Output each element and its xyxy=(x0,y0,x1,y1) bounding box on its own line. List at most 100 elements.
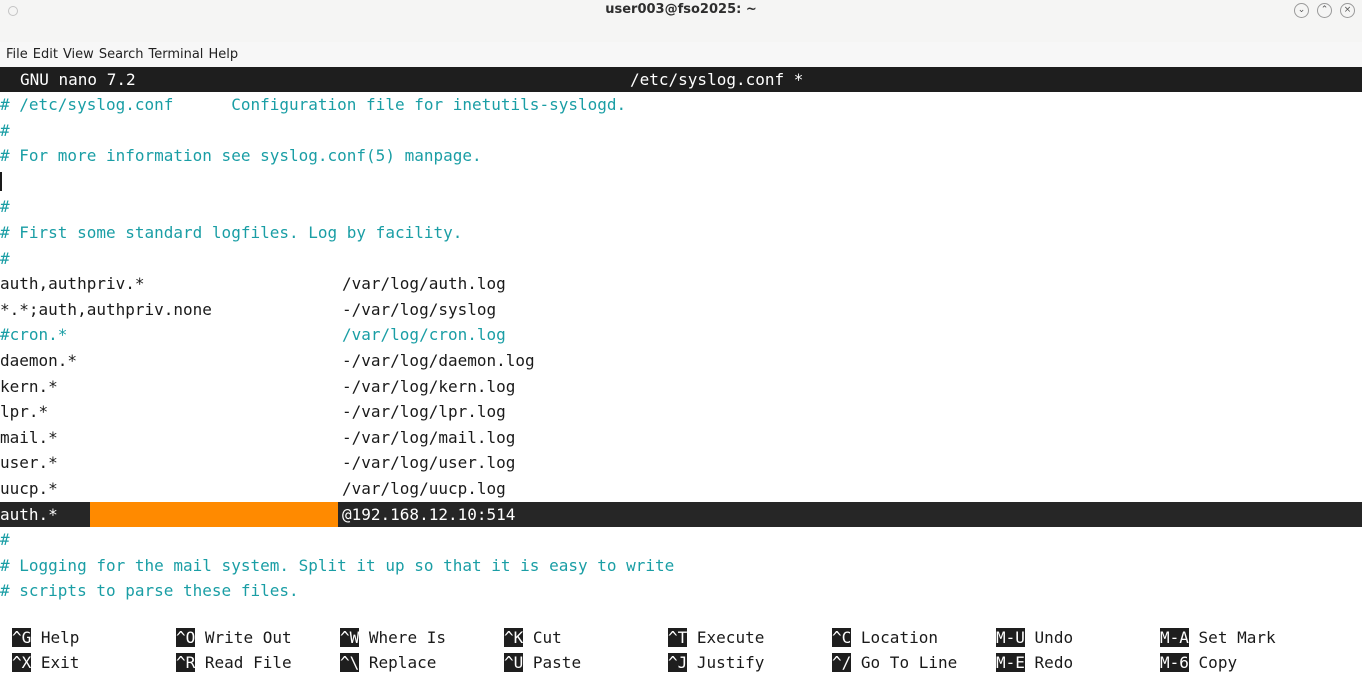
shortcut-item[interactable]: ^O Write Out xyxy=(176,625,292,650)
editor-line[interactable]: user.* -/var/log/user.log xyxy=(0,450,1362,475)
editor-line[interactable]: # xyxy=(0,194,1362,219)
shortcut-key: M-6 xyxy=(1160,653,1189,672)
line-selector: user.* xyxy=(0,453,58,473)
shortcut-item[interactable]: ^U Paste xyxy=(504,650,581,675)
line-selector: # xyxy=(0,248,10,268)
editor-line[interactable]: # xyxy=(0,118,1362,143)
shortcut-label: Write Out xyxy=(204,628,292,647)
shortcut-label: Undo xyxy=(1034,628,1074,647)
shortcut-item[interactable]: ^R Read File xyxy=(176,650,292,675)
editor-line[interactable]: # /etc/syslog.conf Configuration file fo… xyxy=(0,92,1362,117)
editor-line[interactable]: daemon.* -/var/log/daemon.log xyxy=(0,348,1362,373)
shortcut-item[interactable]: M-6 Copy xyxy=(1160,650,1237,675)
shortcut-item[interactable]: ^/ Go To Line xyxy=(832,650,957,675)
shortcut-item[interactable]: ^G Help xyxy=(12,625,79,650)
menubar: File Edit View Search Terminal Help xyxy=(0,41,238,67)
editor-line[interactable]: # scripts to parse these files. xyxy=(0,578,1362,603)
shortcut-item[interactable]: ^C Location xyxy=(832,625,938,650)
shortcut-label: Help xyxy=(40,628,80,647)
line-action: -/var/log/user.log xyxy=(342,453,516,473)
line-selector: *.*;auth,authpriv.none xyxy=(0,299,212,319)
line-selector: lpr.* xyxy=(0,402,49,422)
shortcut-key: M-U xyxy=(996,628,1025,647)
nano-version: GNU nano 7.2 xyxy=(20,70,136,89)
editor-line[interactable]: uucp.* /var/log/uucp.log xyxy=(0,476,1362,501)
file-name: /etc/syslog.conf * xyxy=(630,70,804,89)
editor-line[interactable]: # First some standard logfiles. Log by f… xyxy=(0,220,1362,245)
menu-search[interactable]: Search xyxy=(99,47,144,62)
editor-line[interactable]: # xyxy=(0,246,1362,271)
close-icon[interactable]: × xyxy=(1340,3,1355,18)
shortcut-item[interactable]: ^J Justify xyxy=(668,650,764,675)
line-selector: # scripts to parse these files. xyxy=(0,581,299,601)
shortcut-key: ^W xyxy=(340,628,360,647)
editor-line[interactable] xyxy=(0,169,1362,194)
line-action: -/var/log/mail.log xyxy=(342,427,516,447)
menu-help[interactable]: Help xyxy=(208,47,238,62)
shortcut-key: ^O xyxy=(176,628,196,647)
line-selector: # xyxy=(0,197,10,217)
shortcut-label: Exit xyxy=(40,653,80,672)
shortcut-label: Go To Line xyxy=(860,653,958,672)
shortcut-key: ^C xyxy=(832,628,852,647)
editor-line[interactable]: auth,authpriv.* /var/log/auth.log xyxy=(0,271,1362,296)
editor-line[interactable]: # For more information see syslog.conf(5… xyxy=(0,143,1362,168)
window-titlebar: user003@fso2025: ~ ⌄ ⌃ × xyxy=(0,0,1362,42)
line-selector: # xyxy=(0,530,10,550)
shortcut-label: Replace xyxy=(368,653,437,672)
shortcut-key: ^R xyxy=(176,653,196,672)
line-action: -/var/log/kern.log xyxy=(342,376,516,396)
editor-line[interactable]: # Logging for the mail system. Split it … xyxy=(0,553,1362,578)
shortcut-label: Copy xyxy=(1198,653,1238,672)
shortcut-key: ^\ xyxy=(340,653,360,672)
shortcut-key: M-E xyxy=(996,653,1025,672)
line-selector: # /etc/syslog.conf Configuration file fo… xyxy=(0,95,627,114)
minimize-icon[interactable]: ⌄ xyxy=(1294,3,1309,18)
shortcut-item[interactable]: ^T Execute xyxy=(668,625,764,650)
shortcut-item[interactable]: M-U Undo xyxy=(996,625,1073,650)
line-action: /var/log/cron.log xyxy=(342,325,506,345)
shortcut-item[interactable]: ^K Cut xyxy=(504,625,562,650)
shortcut-item[interactable]: ^W Where Is xyxy=(340,625,446,650)
nano-header: GNU nano 7.2 /etc/syslog.conf * xyxy=(0,67,1362,92)
shortcut-item[interactable]: M-E Redo xyxy=(996,650,1073,675)
shortcut-item[interactable]: M-A Set Mark xyxy=(1160,625,1276,650)
editor-line[interactable]: lpr.* -/var/log/lpr.log xyxy=(0,399,1362,424)
menu-view[interactable]: View xyxy=(63,47,94,62)
window-title: user003@fso2025: ~ xyxy=(605,2,757,17)
shortcut-key: ^X xyxy=(12,653,32,672)
menu-edit[interactable]: Edit xyxy=(33,47,58,62)
terminal-area[interactable]: GNU nano 7.2 /etc/syslog.conf * # /etc/s… xyxy=(0,67,1362,679)
shortcut-key: ^T xyxy=(668,628,688,647)
line-selector: # First some standard logfiles. Log by f… xyxy=(0,223,463,242)
line-action: -/var/log/daemon.log xyxy=(342,351,535,370)
line-action: -/var/log/lpr.log xyxy=(342,402,506,422)
shortcut-label: Justify xyxy=(696,653,765,672)
editor-line[interactable]: #cron.* /var/log/cron.log xyxy=(0,322,1362,347)
line-selector: kern.* xyxy=(0,376,58,396)
menu-file[interactable]: File xyxy=(6,47,28,62)
editor-line[interactable]: kern.* -/var/log/kern.log xyxy=(0,374,1362,399)
trailing-whitespace-highlight xyxy=(90,501,338,527)
line-action: @192.168.12.10:514 xyxy=(342,504,516,524)
shortcut-key: M-A xyxy=(1160,628,1189,647)
line-selector: uucp.* xyxy=(0,479,58,498)
shortcut-label: Paste xyxy=(532,653,582,672)
menu-terminal[interactable]: Terminal xyxy=(148,47,203,62)
shortcut-key: ^/ xyxy=(832,653,852,672)
shortcut-label: Set Mark xyxy=(1198,628,1276,647)
shortcut-item[interactable]: ^X Exit xyxy=(12,650,79,675)
editor-line[interactable]: auth.* @192.168.12.10:514 xyxy=(0,501,1362,527)
maximize-icon[interactable]: ⌃ xyxy=(1317,3,1332,18)
line-action: -/var/log/syslog xyxy=(342,299,497,319)
editor-line[interactable]: *.*;auth,authpriv.none -/var/log/syslog xyxy=(0,297,1362,322)
shortcut-key: ^G xyxy=(12,628,32,647)
shortcut-label: Redo xyxy=(1034,653,1074,672)
editor-line[interactable]: mail.* -/var/log/mail.log xyxy=(0,425,1362,450)
line-selector: mail.* xyxy=(0,427,58,447)
line-selector: auth.* xyxy=(0,504,58,524)
shortcut-label: Cut xyxy=(532,628,562,647)
line-selector: #cron.* xyxy=(0,325,68,345)
editor-line[interactable]: # xyxy=(0,527,1362,552)
shortcut-item[interactable]: ^\ Replace xyxy=(340,650,436,675)
